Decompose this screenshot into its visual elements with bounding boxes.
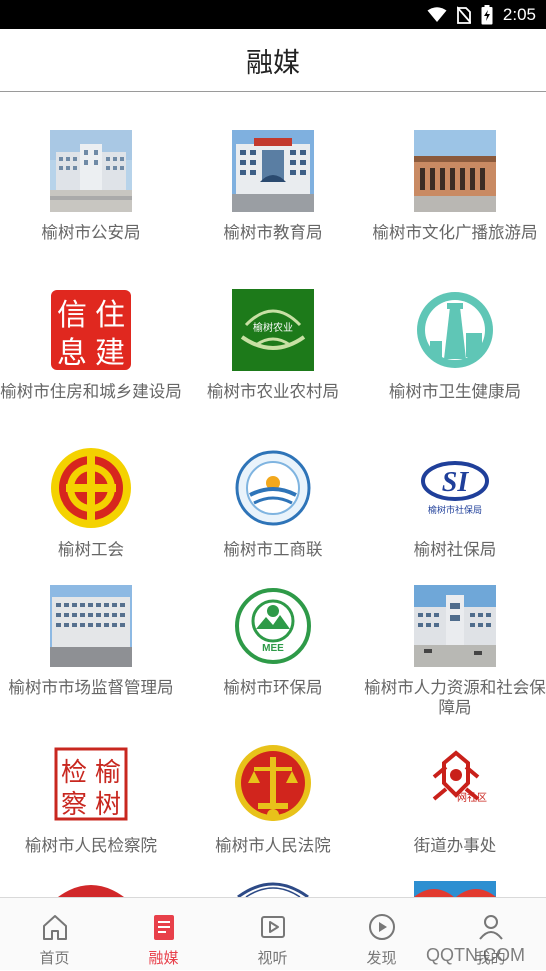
grid-item-label: 榆树市住房和城乡建设局 bbox=[0, 382, 182, 401]
wifi-icon bbox=[427, 6, 447, 22]
grid-item-label: 榆树市人民检察院 bbox=[25, 836, 157, 855]
home-icon bbox=[43, 915, 67, 940]
grid-item-label: 榆树市市场监督管理局 bbox=[8, 678, 174, 697]
trade-union-logo bbox=[50, 447, 132, 529]
grid-item-label: 榆树市教育局 bbox=[223, 223, 323, 242]
grid-item-partial[interactable] bbox=[364, 881, 546, 897]
grid-item-label: 榆树工会 bbox=[58, 540, 124, 559]
grid-item-commerce-federation[interactable]: 榆树市工商联 bbox=[182, 447, 364, 567]
tab-label: 首页 bbox=[39, 949, 70, 967]
grid-item-partial[interactable] bbox=[182, 881, 364, 897]
grid-item-label: 榆树市人民法院 bbox=[215, 836, 331, 855]
svg-text:住: 住 bbox=[95, 298, 125, 333]
grid-item-partial[interactable] bbox=[0, 881, 182, 897]
grid-item-health[interactable]: 榆树市卫生健康局 bbox=[364, 289, 546, 429]
no-sim-icon bbox=[456, 5, 471, 24]
grid-item-public-security[interactable]: 榆树市公安局 bbox=[0, 130, 182, 270]
government-building-photo bbox=[50, 130, 132, 212]
grid-item-label: 榆树市公安局 bbox=[41, 223, 141, 242]
grid-item-housing[interactable]: 信 住 息 建 榆树市住房和城乡建设局 bbox=[0, 289, 182, 429]
svg-text:SI: SI bbox=[442, 467, 470, 498]
culture-building-photo bbox=[414, 130, 496, 212]
court-emblem-logo bbox=[232, 743, 314, 825]
tab-media[interactable]: 融媒 bbox=[109, 898, 218, 971]
user-icon bbox=[479, 915, 503, 940]
colorful-logo bbox=[414, 881, 496, 897]
video-icon bbox=[261, 916, 285, 938]
page-title: 融媒 bbox=[246, 47, 300, 79]
grid-item-label: 榆树市工商联 bbox=[223, 540, 323, 559]
svg-text:检: 检 bbox=[61, 758, 87, 788]
status-bar: 2:05 bbox=[0, 0, 546, 29]
procuratorate-seal-logo: 检 榆 察 树 bbox=[50, 743, 132, 825]
department-grid[interactable]: 榆树市公安局 榆树市教育局 榆树市文化广播旅游局 信 住 息 建 榆树市住房和城… bbox=[0, 93, 546, 897]
grid-item-label: 街道办事处 bbox=[413, 836, 497, 855]
hr-building-photo bbox=[414, 585, 496, 667]
market-supervision-building-photo bbox=[50, 585, 132, 667]
community-logo: 网社区 bbox=[414, 743, 496, 825]
grid-item-label: 榆树市农业农村局 bbox=[207, 382, 339, 401]
round-seal-logo bbox=[232, 881, 314, 897]
title-bar: 融媒 bbox=[0, 29, 546, 92]
tab-home[interactable]: 首页 bbox=[0, 898, 109, 971]
svg-text:信: 信 bbox=[57, 298, 87, 333]
svg-text:MEE: MEE bbox=[262, 643, 284, 654]
tab-discover[interactable]: 发现 bbox=[327, 898, 436, 971]
battery-charging-icon bbox=[481, 4, 493, 24]
red-emblem-logo bbox=[50, 881, 132, 897]
grid-item-label: 榆树社保局 bbox=[413, 540, 497, 559]
grid-item-human-resources[interactable]: 榆树市人力资源和社会保障局 bbox=[364, 585, 546, 725]
grid-item-label: 榆树市人力资源和社会保障局 bbox=[364, 678, 546, 717]
grid-item-label: 榆树市卫生健康局 bbox=[389, 382, 521, 401]
svg-text:榆: 榆 bbox=[95, 758, 121, 788]
grid-item-agriculture[interactable]: 榆树农业 榆树市农业农村局 bbox=[182, 289, 364, 429]
agriculture-logo: 榆树农业 bbox=[232, 289, 314, 371]
tab-label: 发现 bbox=[366, 949, 397, 967]
grid-item-culture[interactable]: 榆树市文化广播旅游局 bbox=[364, 130, 546, 270]
media-document-icon bbox=[154, 915, 174, 940]
health-tower-logo bbox=[414, 289, 496, 371]
grid-item-label: 榆树市环保局 bbox=[223, 678, 323, 697]
svg-text:榆树农业: 榆树农业 bbox=[253, 321, 293, 334]
grid-item-court[interactable]: 榆树市人民法院 bbox=[182, 743, 364, 863]
svg-text:榆树市社保局: 榆树市社保局 bbox=[428, 504, 482, 516]
discover-play-icon bbox=[369, 914, 395, 940]
education-building-photo bbox=[232, 130, 314, 212]
svg-text:察: 察 bbox=[61, 790, 87, 820]
commerce-federation-logo bbox=[232, 447, 314, 529]
grid-item-procuratorate[interactable]: 检 榆 察 树 榆树市人民检察院 bbox=[0, 743, 182, 863]
svg-text:建: 建 bbox=[95, 336, 125, 371]
environment-mee-logo: MEE bbox=[232, 585, 314, 667]
grid-item-trade-union[interactable]: 榆树工会 bbox=[0, 447, 182, 567]
tab-label: 融媒 bbox=[148, 949, 179, 967]
svg-text:息: 息 bbox=[57, 336, 87, 371]
grid-item-market-supervision[interactable]: 榆树市市场监督管理局 bbox=[0, 585, 182, 725]
tab-label: 视听 bbox=[257, 949, 288, 967]
grid-item-education[interactable]: 榆树市教育局 bbox=[182, 130, 364, 270]
status-time: 2:05 bbox=[502, 4, 536, 24]
svg-text:树: 树 bbox=[95, 790, 121, 820]
svg-text:网社区: 网社区 bbox=[457, 791, 487, 804]
grid-item-street-office[interactable]: 网社区 街道办事处 bbox=[364, 743, 546, 863]
grid-item-social-security[interactable]: SI 榆树市社保局 榆树社保局 bbox=[364, 447, 546, 567]
grid-item-environment[interactable]: MEE 榆树市环保局 bbox=[182, 585, 364, 725]
social-security-logo: SI 榆树市社保局 bbox=[414, 447, 496, 529]
housing-seal-logo: 信 住 息 建 bbox=[50, 289, 132, 371]
tab-video[interactable]: 视听 bbox=[218, 898, 327, 971]
grid-item-label: 榆树市文化广播旅游局 bbox=[372, 223, 538, 242]
watermark: QQTN.COM bbox=[426, 945, 525, 965]
